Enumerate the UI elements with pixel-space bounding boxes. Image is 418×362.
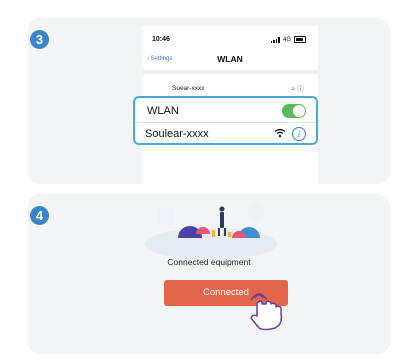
step-4-badge: 4 (30, 206, 49, 225)
step-3-badge: 3 (30, 30, 49, 49)
network-row-icons: ≈ ⓘ (291, 84, 304, 94)
status-bar: 10:46 4G (142, 26, 318, 46)
battery-icon (294, 36, 306, 43)
info-icon[interactable]: ⓘ (297, 86, 304, 93)
wlan-toggle[interactable] (282, 104, 306, 118)
network-type: 4G (282, 36, 291, 43)
status-icons: 4G (270, 36, 306, 43)
wifi-icon (274, 128, 286, 138)
soulear-network-row[interactable]: Soulear-xxxx i (135, 122, 316, 145)
wifi-icon: ≈ (291, 86, 296, 93)
wlan-toggle-row: WLAN (135, 100, 316, 122)
connection-illustration (145, 203, 277, 260)
tap-hand-icon (250, 293, 283, 331)
wlan-label: WLAN (147, 105, 179, 117)
signal-icon (270, 36, 280, 43)
soulear-network-label: Soulear-xxxx (145, 128, 209, 140)
info-icon[interactable]: i (292, 127, 306, 141)
nav-bar: ‹ Settings WLAN (142, 48, 318, 64)
section-divider (142, 70, 318, 74)
network-row-label: Suear-xxxx (172, 85, 205, 92)
network-row[interactable]: Suear-xxxx ≈ ⓘ (142, 82, 318, 96)
page-title: WLAN (217, 54, 243, 64)
wlan-highlight-box: WLAN Soulear-xxxx i (133, 96, 318, 145)
connected-equipment-caption: Connected equipment (167, 257, 251, 267)
status-time: 10:46 (152, 36, 170, 43)
toggle-knob (293, 105, 305, 117)
